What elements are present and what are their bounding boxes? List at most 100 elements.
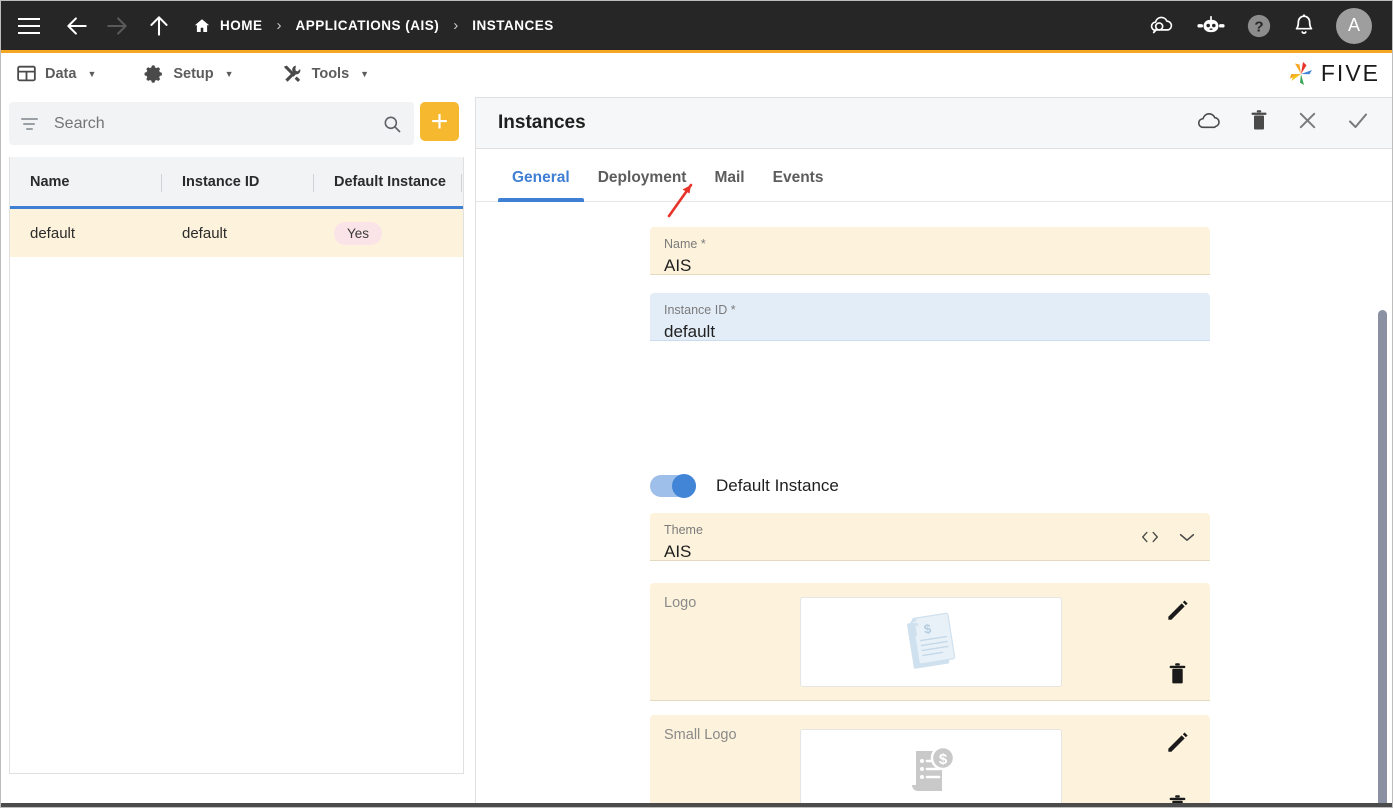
cell-instance-id: default bbox=[162, 209, 314, 257]
save-button[interactable] bbox=[1346, 109, 1370, 138]
cancel-button[interactable] bbox=[1296, 109, 1319, 137]
vertical-scrollbar-thumb[interactable] bbox=[1378, 310, 1387, 807]
pencil-icon[interactable] bbox=[1164, 729, 1190, 755]
tab-general-label: General bbox=[512, 169, 570, 186]
close-icon bbox=[1299, 112, 1316, 129]
trash-icon bbox=[1251, 110, 1267, 130]
menu-data[interactable]: Data ▼ bbox=[17, 64, 96, 83]
column-header-instance-id[interactable]: Instance ID bbox=[162, 157, 314, 206]
window-bottom-edge bbox=[1, 803, 1392, 807]
logo-field-label: Logo bbox=[664, 595, 697, 611]
chevron-down-icon[interactable] bbox=[1177, 530, 1197, 544]
up-level-button[interactable] bbox=[137, 13, 181, 39]
chevron-down-icon: ▼ bbox=[87, 68, 97, 79]
breadcrumb-instances[interactable]: INSTANCES bbox=[472, 18, 554, 33]
search-icon[interactable] bbox=[382, 114, 402, 134]
code-brackets-icon[interactable] bbox=[1140, 530, 1160, 544]
help-button[interactable]: ? bbox=[1246, 13, 1272, 39]
name-field[interactable]: Name * AIS bbox=[650, 227, 1210, 275]
hamburger-menu-icon bbox=[18, 17, 40, 34]
cell-default-instance: Yes bbox=[314, 209, 462, 257]
forward-button[interactable] bbox=[97, 13, 137, 39]
menu-tools[interactable]: Tools ▼ bbox=[282, 64, 370, 84]
column-header-name[interactable]: Name bbox=[10, 157, 162, 206]
logo-preview[interactable]: $ bbox=[800, 597, 1062, 687]
instances-list-panel: Name Instance ID Default Instance defaul… bbox=[1, 97, 466, 807]
hamburger-menu-button[interactable] bbox=[1, 17, 57, 34]
robot-icon bbox=[1197, 15, 1225, 32]
menu-tools-label: Tools bbox=[311, 65, 350, 82]
table-grid-icon bbox=[17, 65, 36, 82]
theme-field[interactable]: Theme AIS bbox=[650, 513, 1210, 561]
column-header-default-instance-label: Default Instance bbox=[334, 173, 446, 190]
breadcrumb-home[interactable]: HOME bbox=[193, 17, 263, 35]
instance-id-field-value: default bbox=[664, 322, 716, 341]
tab-events[interactable]: Events bbox=[759, 169, 838, 201]
avatar-letter: A bbox=[1347, 15, 1360, 35]
detail-header: Instances bbox=[476, 98, 1392, 149]
toggle-knob bbox=[672, 474, 696, 498]
tab-general[interactable]: General bbox=[498, 169, 584, 202]
small-logo-actions bbox=[1164, 729, 1190, 807]
notifications-button[interactable] bbox=[1292, 13, 1316, 39]
general-tab-form: Name * AIS Instance ID * default Default… bbox=[476, 203, 1392, 807]
breadcrumb-separator-1: › bbox=[276, 17, 282, 34]
help-icon: ? bbox=[1247, 14, 1271, 37]
deploy-button[interactable] bbox=[1196, 111, 1222, 136]
filter-icon[interactable] bbox=[21, 117, 38, 130]
invoice-document-icon: $ bbox=[907, 612, 956, 669]
column-header-name-label: Name bbox=[30, 173, 70, 190]
default-instance-row[interactable]: Default Instance bbox=[650, 474, 839, 498]
default-instance-toggle[interactable] bbox=[650, 474, 696, 498]
detail-tabs: General Deployment Mail Events bbox=[476, 149, 1392, 202]
logo-field[interactable]: Logo $ bbox=[650, 583, 1210, 701]
cloud-search-button[interactable] bbox=[1147, 13, 1176, 39]
instance-id-field-label: Instance ID * bbox=[664, 303, 736, 317]
trash-icon[interactable] bbox=[1167, 662, 1188, 686]
theme-field-label: Theme bbox=[664, 523, 703, 537]
instance-id-field[interactable]: Instance ID * default bbox=[650, 293, 1210, 341]
menu-setup-label: Setup bbox=[173, 65, 214, 82]
breadcrumb-applications[interactable]: APPLICATIONS (AIS) bbox=[296, 18, 440, 33]
small-logo-field-label: Small Logo bbox=[664, 727, 737, 743]
pencil-icon[interactable] bbox=[1164, 597, 1190, 623]
page-title: Instances bbox=[498, 112, 586, 133]
small-logo-preview[interactable]: $ bbox=[800, 729, 1062, 807]
avatar[interactable]: A bbox=[1336, 7, 1372, 44]
chevron-down-icon: ▼ bbox=[360, 68, 370, 79]
table-header-row: Name Instance ID Default Instance bbox=[10, 157, 463, 209]
add-instance-label: + bbox=[430, 104, 449, 138]
arrow-right-icon bbox=[107, 16, 127, 35]
tab-mail[interactable]: Mail bbox=[700, 169, 758, 201]
five-brand-text: FIVE bbox=[1320, 60, 1380, 86]
name-field-label: Name * bbox=[664, 237, 706, 251]
column-header-instance-id-label: Instance ID bbox=[182, 173, 260, 190]
breadcrumb-home-label: HOME bbox=[220, 18, 263, 33]
arrow-left-icon bbox=[67, 16, 87, 35]
status-badge: Yes bbox=[334, 221, 383, 245]
arrow-up-icon bbox=[150, 15, 168, 36]
delete-button[interactable] bbox=[1249, 109, 1269, 137]
name-field-value: AIS bbox=[664, 256, 692, 275]
add-instance-button[interactable]: + bbox=[420, 102, 459, 141]
theme-field-value: AIS bbox=[664, 542, 692, 561]
default-instance-label: Default Instance bbox=[716, 476, 839, 495]
menu-setup[interactable]: Setup ▼ bbox=[144, 64, 234, 84]
column-divider[interactable] bbox=[461, 174, 462, 192]
back-button[interactable] bbox=[57, 13, 97, 39]
assistant-robot-button[interactable] bbox=[1196, 14, 1226, 38]
column-header-default-instance[interactable]: Default Instance bbox=[314, 157, 462, 206]
tab-deployment[interactable]: Deployment bbox=[584, 169, 701, 201]
tab-events-label: Events bbox=[772, 169, 824, 186]
breadcrumb-applications-label: APPLICATIONS (AIS) bbox=[295, 18, 440, 33]
search-bar[interactable] bbox=[9, 102, 414, 145]
top-bar-actions: ? A bbox=[1147, 7, 1392, 44]
svg-text:?: ? bbox=[1254, 18, 1263, 35]
cell-name: default bbox=[10, 209, 162, 257]
vertical-scrollbar-track[interactable] bbox=[1375, 308, 1391, 807]
top-navigation-bar: HOME › APPLICATIONS (AIS) › INSTANCES ? … bbox=[1, 1, 1392, 53]
small-logo-field[interactable]: Small Logo $ bbox=[650, 715, 1210, 807]
table-row[interactable]: default default Yes bbox=[10, 209, 463, 257]
check-icon bbox=[1349, 113, 1367, 128]
search-input[interactable] bbox=[52, 113, 382, 134]
